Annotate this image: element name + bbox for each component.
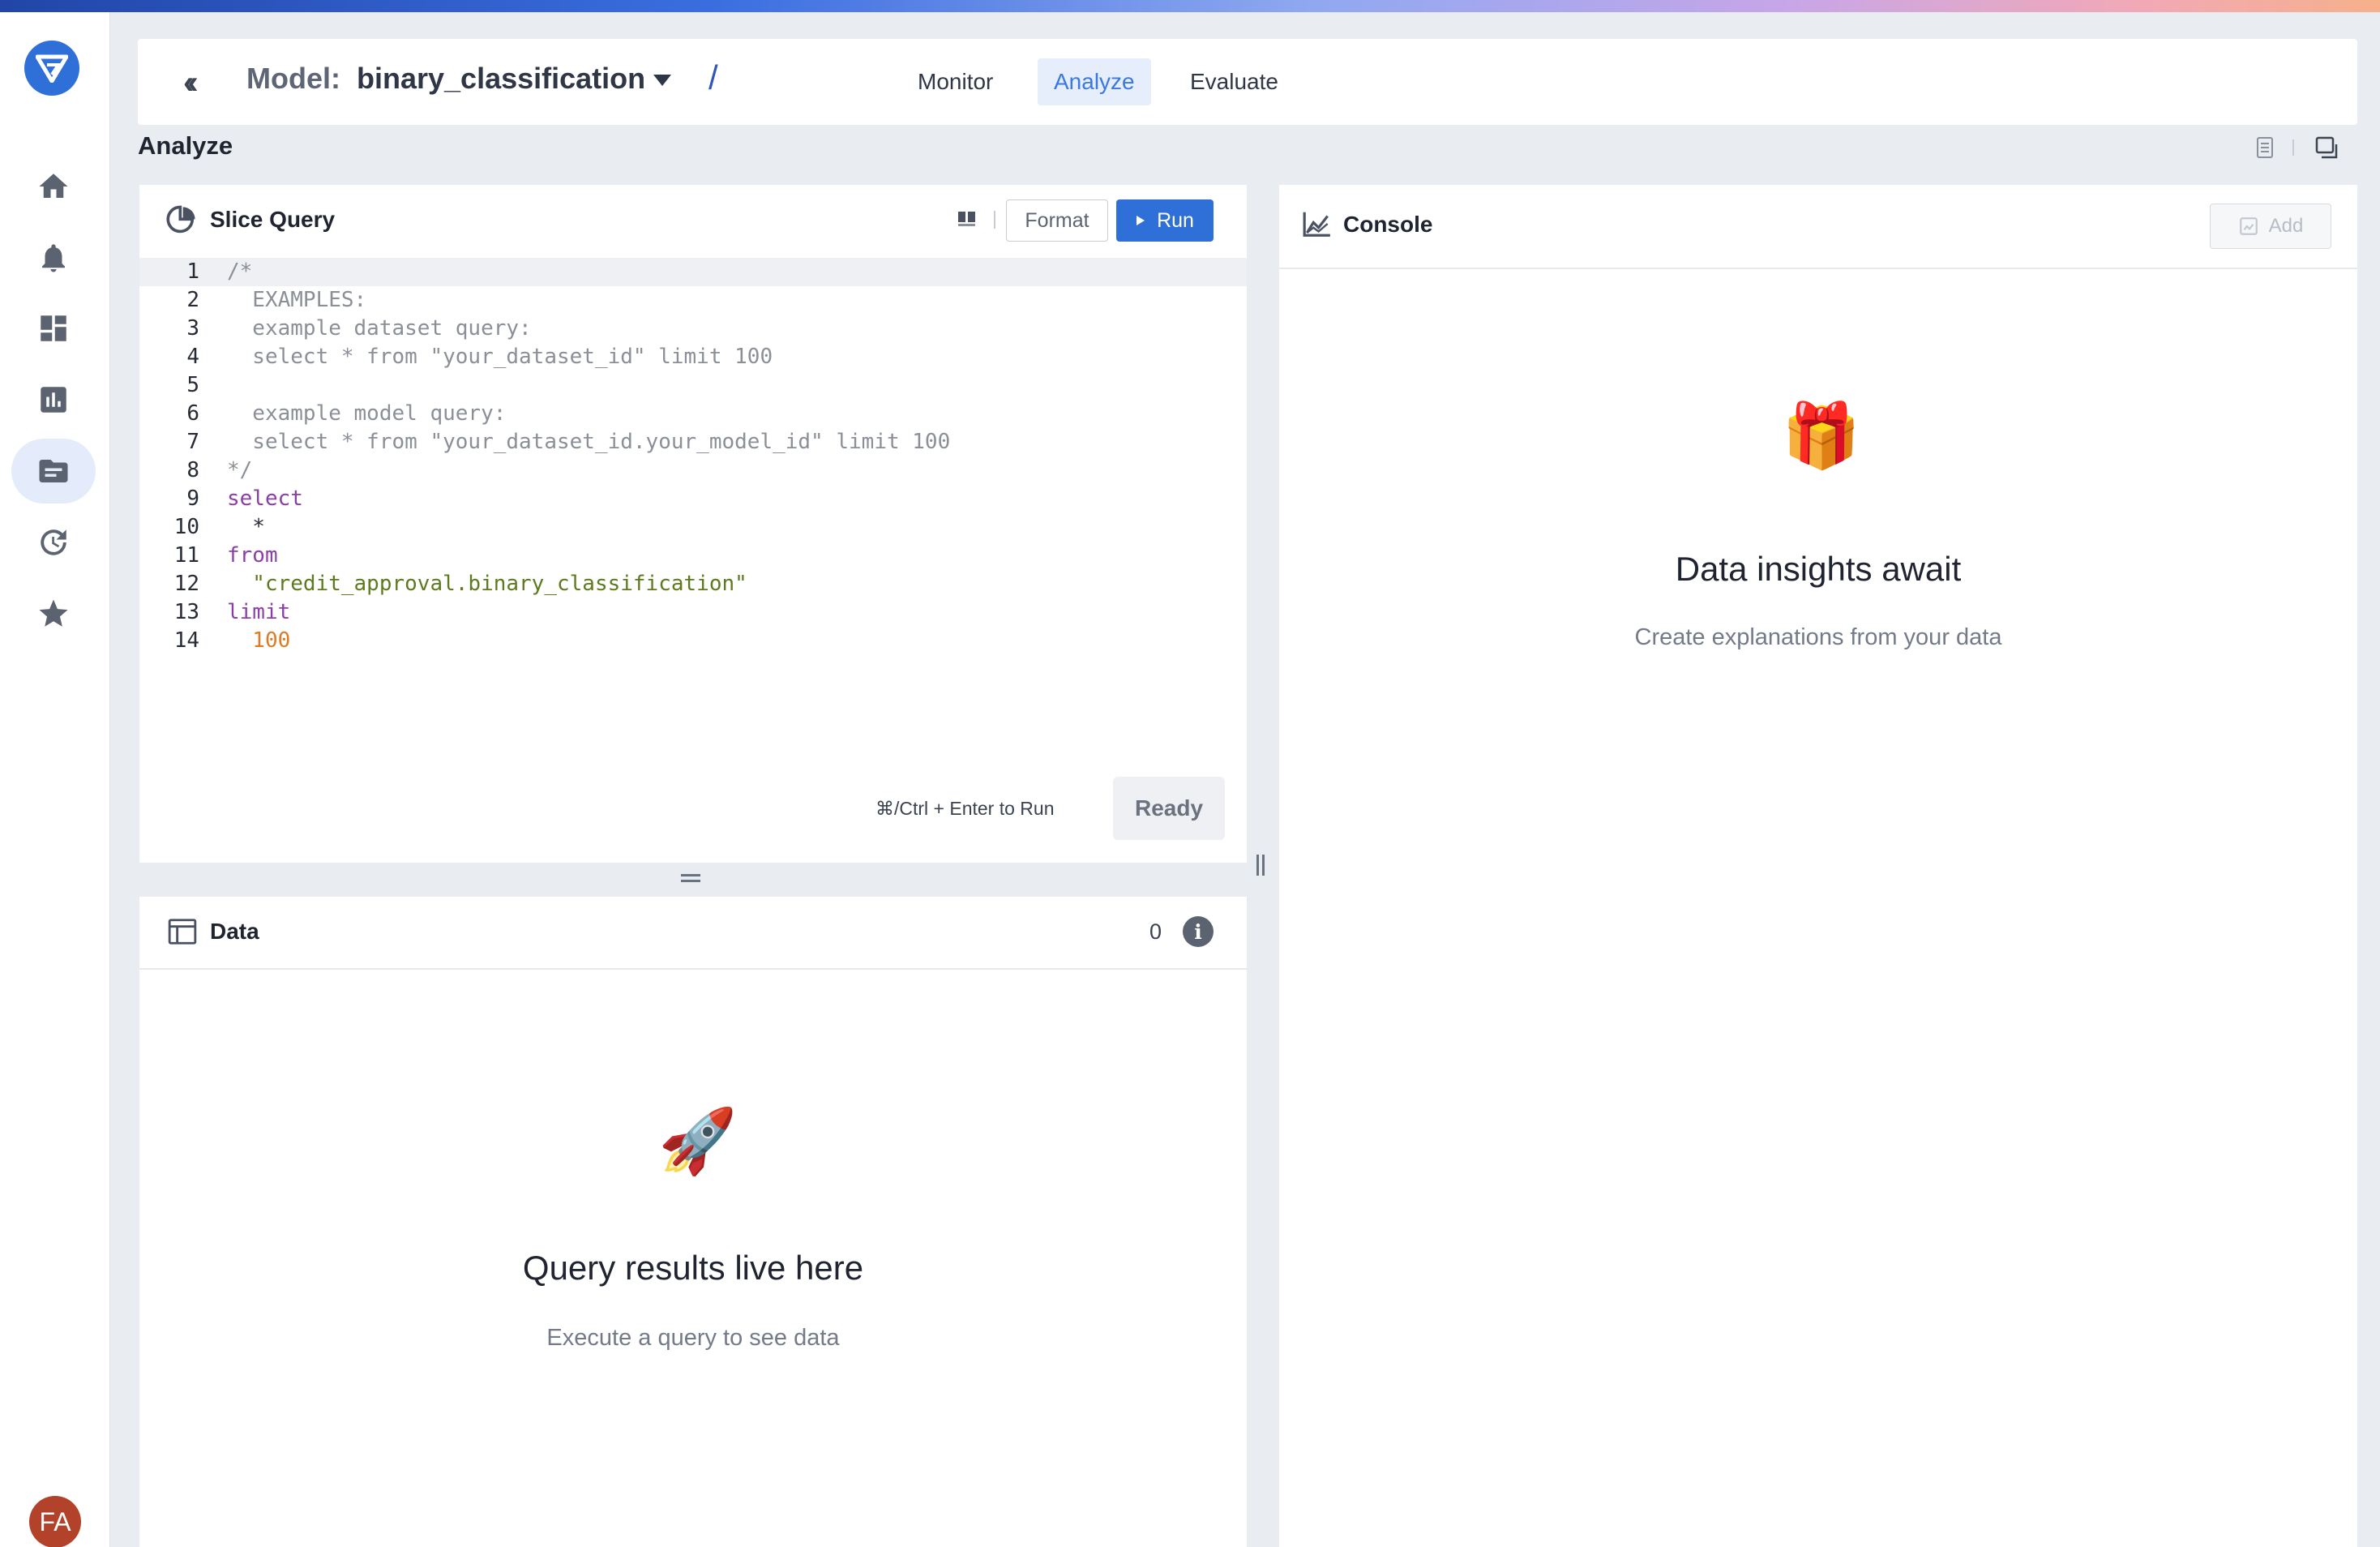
slice-query-title: Slice Query — [210, 207, 336, 232]
breadcrumb-separator: / — [708, 58, 718, 96]
double-chevron-left-icon[interactable]: ‹‹ — [183, 65, 198, 101]
code-line: 5 — [186, 373, 199, 397]
code-line: 2 EXAMPLES: — [186, 288, 367, 312]
add-chart-icon — [2239, 217, 2258, 235]
query-editor[interactable]: 1/* 2 EXAMPLES: 3 example dataset query:… — [139, 258, 1247, 663]
history-icon[interactable] — [11, 510, 96, 575]
rocket-icon: 🚀 — [658, 1105, 738, 1176]
document-icon[interactable] — [2255, 136, 2275, 159]
code-line: 6 example model query: — [186, 401, 507, 426]
star-icon[interactable] — [11, 581, 96, 646]
code-line: 10 * — [173, 515, 265, 539]
fiddler-logo-icon[interactable] — [24, 41, 79, 96]
bar-chart-icon[interactable] — [11, 367, 96, 432]
code-line: 14 100 — [173, 628, 291, 653]
add-label: Add — [2268, 215, 2304, 237]
horizontal-resize-handle[interactable] — [681, 874, 700, 882]
model-selector[interactable]: binary_classification — [357, 62, 645, 96]
empty-state-title: Data insights await — [1675, 550, 1962, 588]
code-line: 11 from — [173, 543, 278, 568]
code-line: 7 select * from "your_dataset_id.your_mo… — [186, 430, 951, 454]
code-line: 8 */ — [186, 458, 253, 482]
data-panel-title: Data — [210, 919, 259, 944]
divider — [994, 211, 995, 229]
run-label: Run — [1157, 208, 1194, 232]
gift-icon: 🎁 — [1782, 400, 1861, 471]
divider — [139, 968, 1247, 970]
code-line: 1/* — [139, 258, 1247, 286]
code-line: 13 limit — [173, 600, 291, 624]
data-panel — [139, 897, 1247, 1547]
code-line: 4 select * from "your_dataset_id" limit … — [186, 345, 773, 369]
empty-state-subtitle: Create explanations from your data — [1634, 624, 2002, 650]
empty-state-subtitle: Execute a query to see data — [546, 1325, 840, 1351]
run-shortcut-hint: ⌘/Ctrl + Enter to Run — [875, 798, 1055, 819]
code-line: 9 select — [186, 486, 303, 511]
console-panel — [1279, 185, 2357, 1547]
layout-columns-icon[interactable] — [957, 211, 977, 229]
info-icon[interactable]: i — [1183, 916, 1214, 947]
page-title: Analyze — [138, 131, 233, 160]
code-line: 3 example dataset query: — [186, 316, 532, 341]
top-gradient-bar — [0, 0, 2380, 12]
sidebar: FA — [0, 12, 110, 1547]
tab-evaluate[interactable]: Evaluate — [1174, 58, 1295, 105]
divider — [2292, 139, 2294, 156]
status-badge: Ready — [1113, 777, 1225, 840]
run-button[interactable]: Run — [1116, 199, 1214, 242]
model-header: ‹‹ Model: binary_classification / Monito… — [138, 39, 2357, 125]
folder-icon[interactable] — [11, 439, 96, 504]
dashboard-icon[interactable] — [11, 296, 96, 361]
format-button[interactable]: Format — [1006, 199, 1108, 242]
bell-icon[interactable] — [11, 225, 96, 290]
tab-analyze[interactable]: Analyze — [1038, 58, 1151, 105]
console-title: Console — [1343, 212, 1433, 237]
caret-down-icon[interactable] — [653, 75, 671, 86]
pie-chart-icon — [166, 205, 195, 234]
model-label: Model: — [246, 62, 340, 95]
open-window-icon[interactable] — [2315, 136, 2339, 159]
tab-monitor[interactable]: Monitor — [901, 58, 1009, 105]
vertical-resize-handle[interactable] — [1256, 855, 1265, 876]
area-chart-icon — [1303, 212, 1330, 237]
add-button[interactable]: Add — [2210, 204, 2331, 249]
home-icon[interactable] — [11, 154, 96, 219]
row-count: 0 — [1149, 919, 1162, 944]
user-avatar[interactable]: FA — [29, 1496, 81, 1547]
empty-state-title: Query results live here — [522, 1249, 864, 1287]
play-icon — [1136, 216, 1145, 225]
table-icon — [168, 919, 197, 945]
divider — [1279, 268, 2357, 269]
code-line: 12 "credit_approval.binary_classificatio… — [173, 572, 747, 596]
